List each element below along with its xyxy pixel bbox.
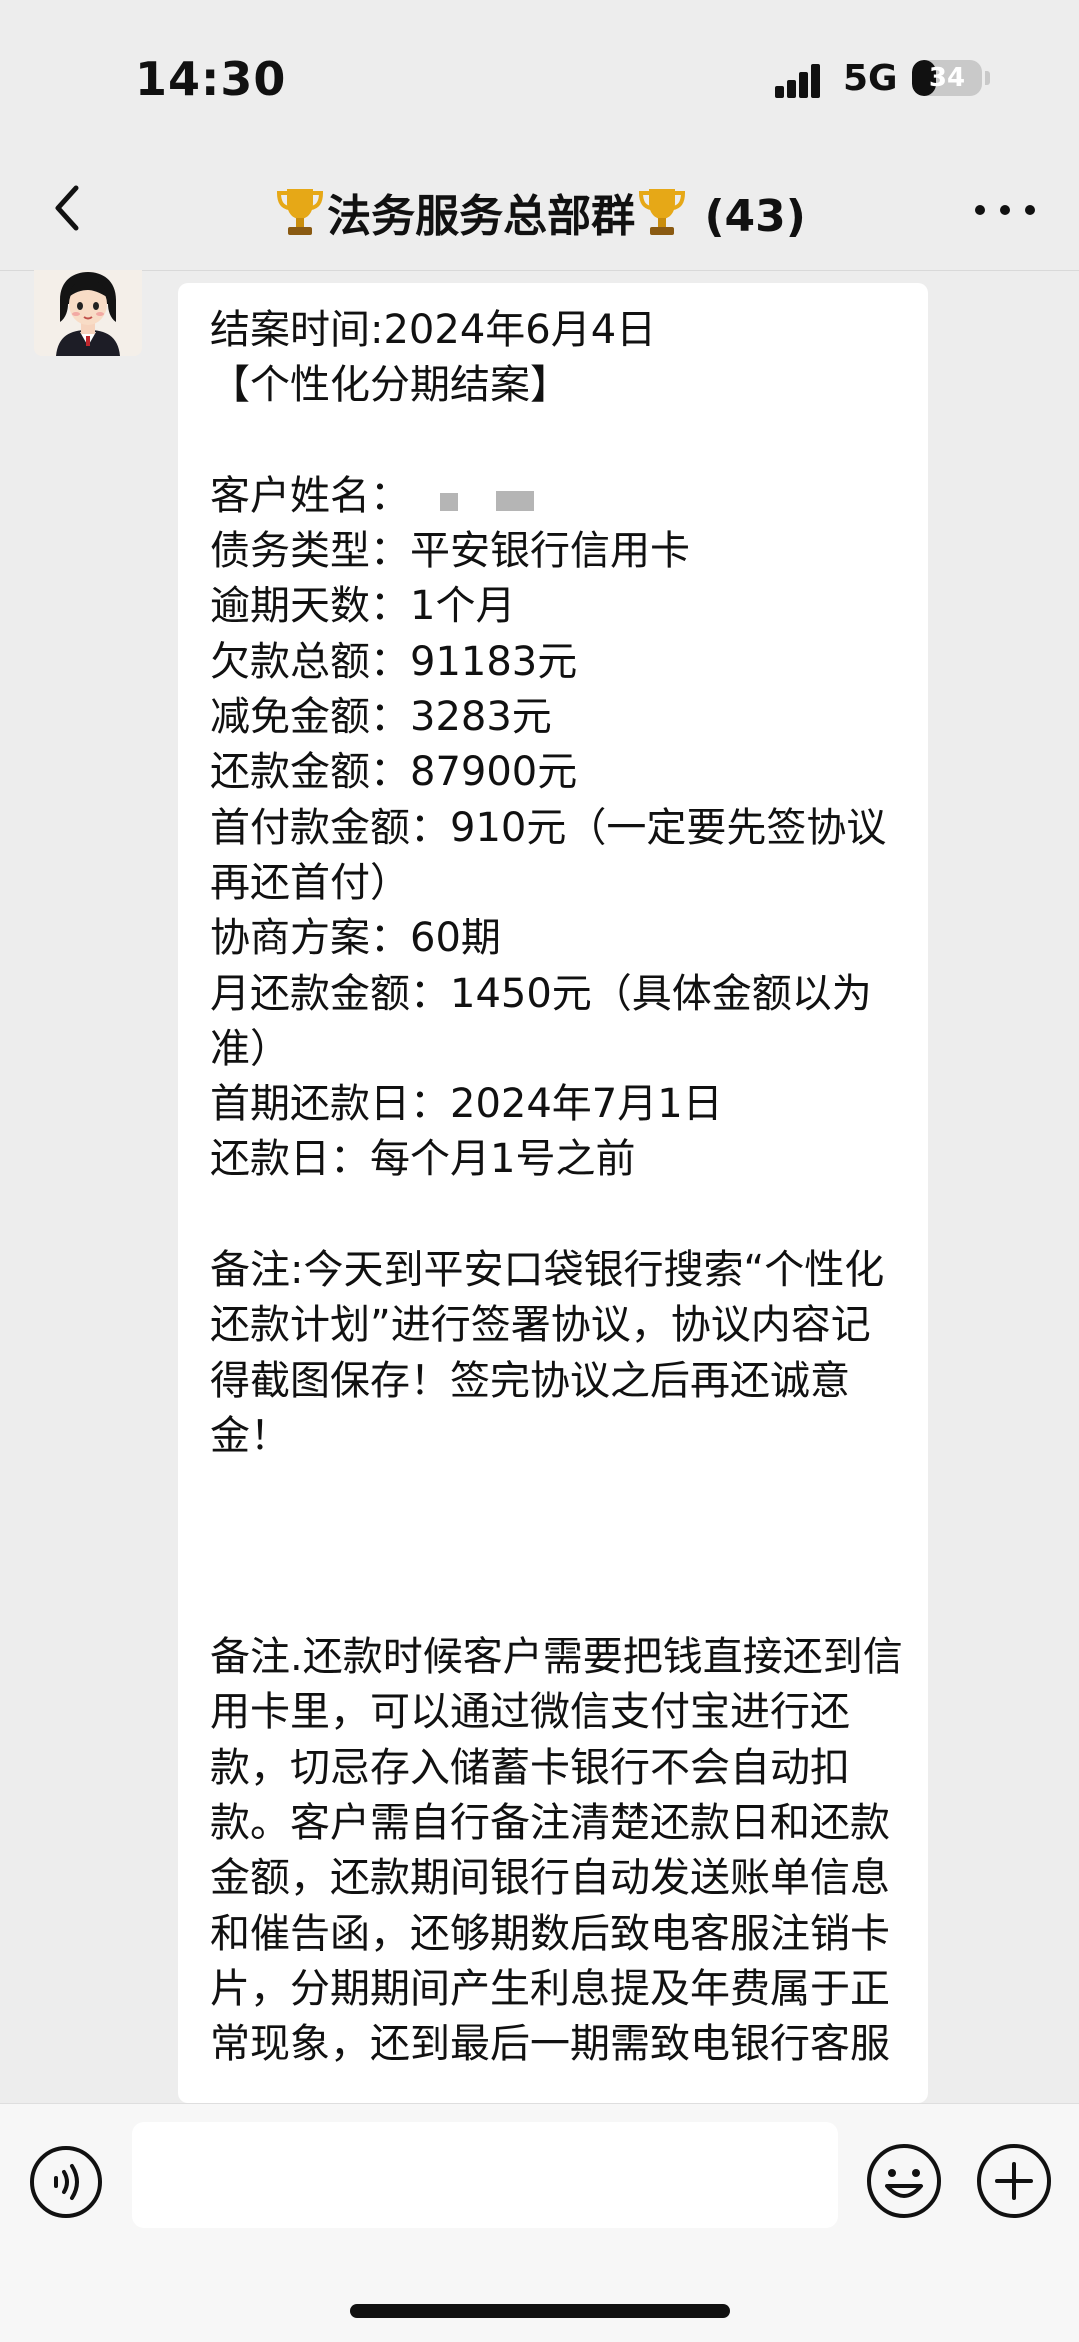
battery-cap (985, 71, 990, 85)
plus-button[interactable] (975, 2142, 1053, 2220)
home-indicator (350, 2304, 730, 2318)
chat-title-text: 法务服务总部群 (327, 191, 636, 242)
redacted-name-mark (440, 493, 458, 511)
emoji-icon (867, 2144, 941, 2218)
plus-icon (977, 2144, 1051, 2218)
signal-icon (775, 62, 831, 98)
status-time: 14:30 (135, 52, 287, 106)
input-bar (0, 2103, 1079, 2342)
battery-level: 34 (928, 63, 966, 93)
status-bar: 14:30 5G 34 (0, 0, 1079, 150)
emoji-button[interactable] (865, 2142, 943, 2220)
more-button[interactable] (970, 190, 1040, 230)
chat-title: 法务服务总部群 (43) (0, 180, 1079, 244)
chat-header: 法务服务总部群 (43) (0, 150, 1079, 271)
battery-icon: 34 (912, 60, 982, 96)
message-input[interactable] (132, 2122, 838, 2228)
more-dots-icon (975, 205, 985, 215)
trophy-icon (639, 189, 686, 235)
redacted-name-mark (496, 491, 534, 511)
message-bubble[interactable]: 结案时间:2024年6月4日 【个性化分期结案】 客户姓名： 债务类型：平安银行… (178, 283, 928, 2103)
voice-icon (30, 2146, 102, 2218)
avatar-cartoon-lawyer-icon (34, 270, 142, 356)
member-count: (43) (704, 191, 806, 242)
message-text: 结案时间:2024年6月4日 【个性化分期结案】 客户姓名： 债务类型：平安银行… (210, 307, 903, 2068)
trophy-icon (277, 189, 324, 235)
network-label: 5G (843, 58, 898, 99)
voice-button[interactable] (28, 2144, 104, 2220)
avatar[interactable] (34, 270, 142, 356)
